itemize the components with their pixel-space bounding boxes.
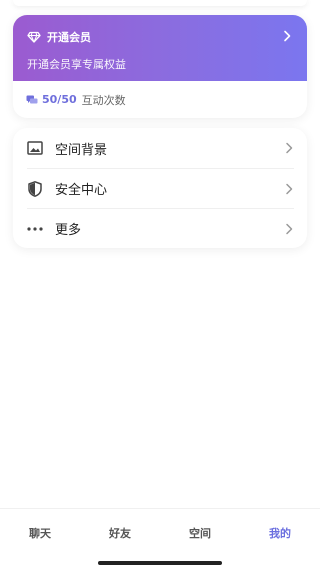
tab-chat[interactable]: 聊天 — [0, 509, 80, 559]
chevron-right-icon — [284, 182, 294, 196]
chat-bubbles-icon — [26, 94, 38, 106]
vip-card[interactable]: 开通会员 开通会员享专属权益 50/50 互动次数 — [13, 15, 307, 118]
tab-me[interactable]: 我的 — [240, 509, 320, 559]
menu-item-label: 更多 — [55, 223, 82, 238]
menu-item-label: 空间背景 — [55, 142, 108, 158]
chevron-right-icon — [284, 222, 294, 236]
diamond-icon — [27, 30, 41, 44]
image-icon — [27, 140, 43, 156]
chevron-right-icon[interactable] — [281, 28, 293, 44]
shield-icon — [27, 180, 43, 197]
settings-menu: 空间背景 安全中心 更多 — [13, 128, 307, 248]
tab-friends[interactable]: 好友 — [80, 509, 160, 559]
menu-item-more[interactable]: 更多 — [27, 208, 294, 248]
menu-item-security-center[interactable]: 安全中心 — [27, 168, 294, 208]
bottom-tab-bar: 聊天 好友 空间 我的 — [0, 508, 320, 558]
previous-card-edge — [13, 0, 307, 6]
interaction-count-label: 互动次数 — [81, 93, 126, 107]
interaction-count-row: 50/50 互动次数 — [13, 81, 307, 118]
menu-item-label: 安全中心 — [55, 183, 108, 198]
interaction-count: 50/50 — [42, 93, 77, 106]
home-indicator[interactable] — [98, 561, 222, 565]
menu-item-space-background[interactable]: 空间背景 — [27, 128, 294, 168]
vip-banner[interactable]: 开通会员 开通会员享专属权益 — [13, 15, 307, 81]
tab-space[interactable]: 空间 — [160, 509, 240, 559]
vip-title: 开通会员 — [47, 31, 91, 44]
chevron-right-icon — [284, 141, 294, 155]
vip-subtitle: 开通会员享专属权益 — [27, 58, 126, 71]
more-dots-icon — [27, 221, 43, 237]
